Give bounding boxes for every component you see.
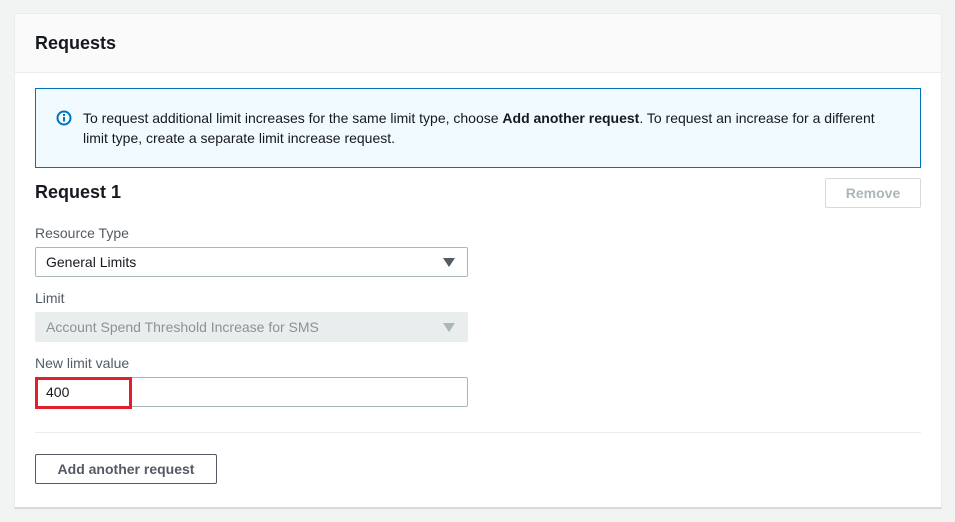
limit-select: Account Spend Threshold Increase for SMS <box>35 312 468 342</box>
caret-down-icon <box>443 323 455 332</box>
requests-panel: Requests To request additional limit inc… <box>14 13 942 509</box>
new-limit-label: New limit value <box>35 355 130 371</box>
panel-header: Requests <box>15 14 941 73</box>
alert-text: To request additional limit increases fo… <box>83 108 900 148</box>
info-icon <box>56 110 72 126</box>
add-another-request-button[interactable]: Add another request <box>35 454 217 484</box>
resource-type-value: General Limits <box>46 254 137 270</box>
caret-down-icon <box>443 258 455 267</box>
alert-text-before: To request additional limit increases fo… <box>83 110 503 126</box>
resource-type-select[interactable]: General Limits <box>35 247 468 277</box>
remove-button[interactable]: Remove <box>825 178 921 208</box>
new-limit-input[interactable] <box>35 377 468 407</box>
info-alert: To request additional limit increases fo… <box>35 88 921 168</box>
resource-type-label: Resource Type <box>35 225 129 241</box>
request-title: Request 1 <box>35 182 122 202</box>
panel-title: Requests <box>35 32 117 53</box>
divider <box>35 432 921 433</box>
alert-text-bold: Add another request <box>502 110 640 126</box>
limit-value: Account Spend Threshold Increase for SMS <box>46 319 319 335</box>
limit-label: Limit <box>35 290 65 306</box>
